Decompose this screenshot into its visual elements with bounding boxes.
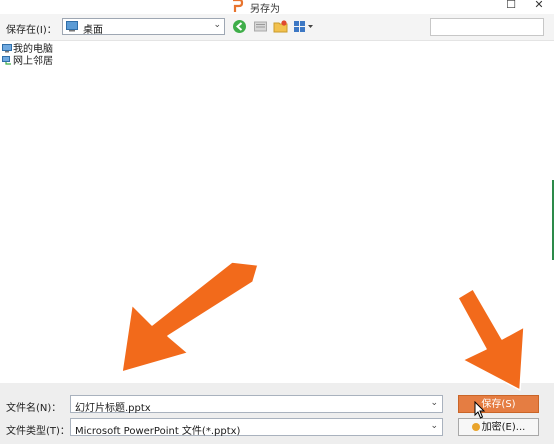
chevron-down-icon: ⌄ xyxy=(213,20,221,30)
annotation-arrows xyxy=(121,261,525,391)
close-button[interactable]: ✕ xyxy=(528,0,550,12)
filename-input[interactable]: 幻灯片标题.pptx ⌄ xyxy=(70,395,443,414)
location-select[interactable]: 桌面 ⌄ xyxy=(62,18,225,36)
chevron-down-icon: ⌄ xyxy=(430,398,438,408)
tree-item-label: 网上邻居 xyxy=(13,56,53,67)
filetype-value: Microsoft PowerPoint 文件(*.pptx) xyxy=(75,426,241,437)
save-button[interactable]: 保存(S) xyxy=(458,395,539,413)
encrypt-button[interactable]: 加密(E)... xyxy=(458,418,539,436)
filename-label: 文件名(N)： xyxy=(6,403,62,414)
dialog-title: 另存为 xyxy=(250,4,280,15)
filetype-label: 文件类型(T)： xyxy=(6,426,70,437)
annotation-arrow-left xyxy=(121,261,259,373)
up-folder-icon[interactable] xyxy=(253,19,268,34)
new-folder-icon[interactable] xyxy=(273,19,288,34)
encrypt-button-label: 加密(E)... xyxy=(481,422,526,433)
filename-value: 幻灯片标题.pptx xyxy=(75,403,151,414)
filetype-select[interactable]: Microsoft PowerPoint 文件(*.pptx) ⌄ xyxy=(70,418,443,437)
annotation-arrow-right xyxy=(457,288,525,391)
back-icon[interactable] xyxy=(232,19,247,34)
mouse-cursor-icon xyxy=(474,401,486,419)
search-input[interactable] xyxy=(430,18,544,36)
maximize-button[interactable]: ☐ xyxy=(500,0,522,12)
network-icon xyxy=(2,56,11,65)
location-value: 桌面 xyxy=(83,25,103,36)
wps-logo-icon xyxy=(233,0,244,12)
save-in-label: 保存在(I)： xyxy=(6,25,57,36)
chevron-down-icon: ⌄ xyxy=(430,421,438,431)
desktop-icon xyxy=(66,21,78,32)
view-menu-icon[interactable] xyxy=(293,19,315,34)
lock-icon xyxy=(471,423,480,431)
tree-item-network[interactable]: 网上邻居 xyxy=(2,52,53,67)
